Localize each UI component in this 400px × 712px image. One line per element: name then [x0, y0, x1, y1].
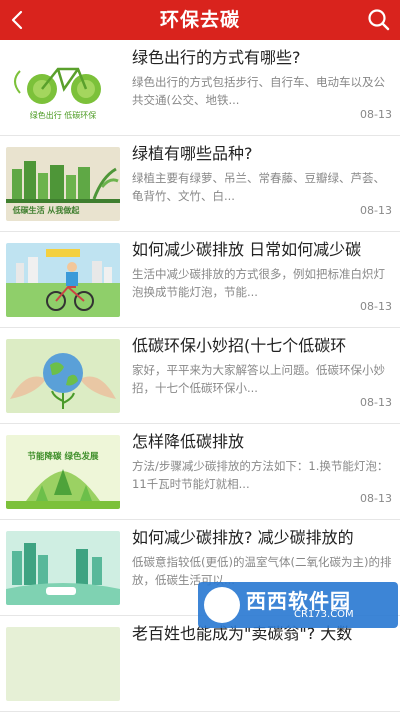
list-item[interactable]: 低碳环保小妙招(十七个低碳环 家好，平平来为大家解答以上问题。低碳环保小妙招，十… [0, 328, 400, 424]
article-thumbnail: 低碳生活 从我做起 [6, 147, 120, 221]
article-thumbnail [6, 243, 120, 317]
article-title: 绿色出行的方式有哪些? [132, 48, 301, 67]
article-title: 怎样降低碳排放 [132, 432, 245, 451]
article-thumbnail [6, 627, 120, 701]
article-thumbnail: 绿色出行 低碳环保 [6, 51, 120, 125]
search-icon[interactable] [366, 7, 392, 33]
article-title: 如何减少碳排放? 减少碳排放的 [132, 528, 354, 547]
article-title: 绿植有哪些品种? [132, 144, 253, 163]
article-summary: 绿植主要有绿萝、吊兰、常春藤、豆瓣绿、芦荟、龟背竹、文竹、白... [132, 171, 385, 203]
article-summary: 家好，平平来为大家解答以上问题。低碳环保小妙招，十七个低碳环保小... [132, 363, 385, 395]
article-date: 08-13 [360, 396, 392, 409]
article-thumbnail: 节能降碳 绿色发展 [6, 435, 120, 509]
site-watermark: 西西软件园 CR173.COM [198, 582, 398, 628]
thumbnail-caption: 节能降碳 绿色发展 [28, 451, 99, 462]
article-title: 如何减少碳排放 日常如何减少碳 [132, 240, 362, 259]
article-date: 08-13 [360, 108, 392, 121]
thumbnail-caption: 绿色出行 低碳环保 [30, 110, 97, 120]
article-summary: 生活中减少碳排放的方式很多，例如把标准白炽灯泡换成节能灯泡，节能... [132, 267, 385, 299]
page-title: 环保去碳 [159, 9, 240, 31]
article-summary: 绿色出行的方式包括步行、自行车、电动车以及公共交通(公交、地铁... [132, 75, 385, 107]
thumbnail-caption: 低碳生活 从我做起 [12, 205, 81, 215]
list-item[interactable]: 绿色出行 低碳环保 绿色出行的方式有哪些? 绿色出行的方式包括步行、自行车、电动… [0, 40, 400, 136]
list-item[interactable]: 老百姓也能成为"卖碳翁"? 大数 [0, 616, 400, 712]
list-item[interactable]: 节能降碳 绿色发展 怎样降低碳排放 方法/步骤减少碳排放的方法如下：1.换节能灯… [0, 424, 400, 520]
article-thumbnail [6, 339, 120, 413]
list-item[interactable]: 如何减少碳排放 日常如何减少碳 生活中减少碳排放的方式很多，例如把标准白炽灯泡换… [0, 232, 400, 328]
list-item[interactable]: 低碳生活 从我做起 绿植有哪些品种? 绿植主要有绿萝、吊兰、常春藤、豆瓣绿、芦荟… [0, 136, 400, 232]
watermark-subtext: CR173.COM [294, 609, 354, 620]
app-header: 环保去碳 [0, 0, 400, 40]
watermark-logo [204, 587, 240, 623]
article-date: 08-13 [360, 300, 392, 313]
article-summary: 方法/步骤减少碳排放的方法如下：1.换节能灯泡：11千瓦时节能灯就相... [132, 459, 389, 491]
article-date: 08-13 [360, 492, 392, 505]
article-date: 08-13 [360, 204, 392, 217]
article-title: 低碳环保小妙招(十七个低碳环 [132, 336, 347, 355]
article-thumbnail [6, 531, 120, 605]
